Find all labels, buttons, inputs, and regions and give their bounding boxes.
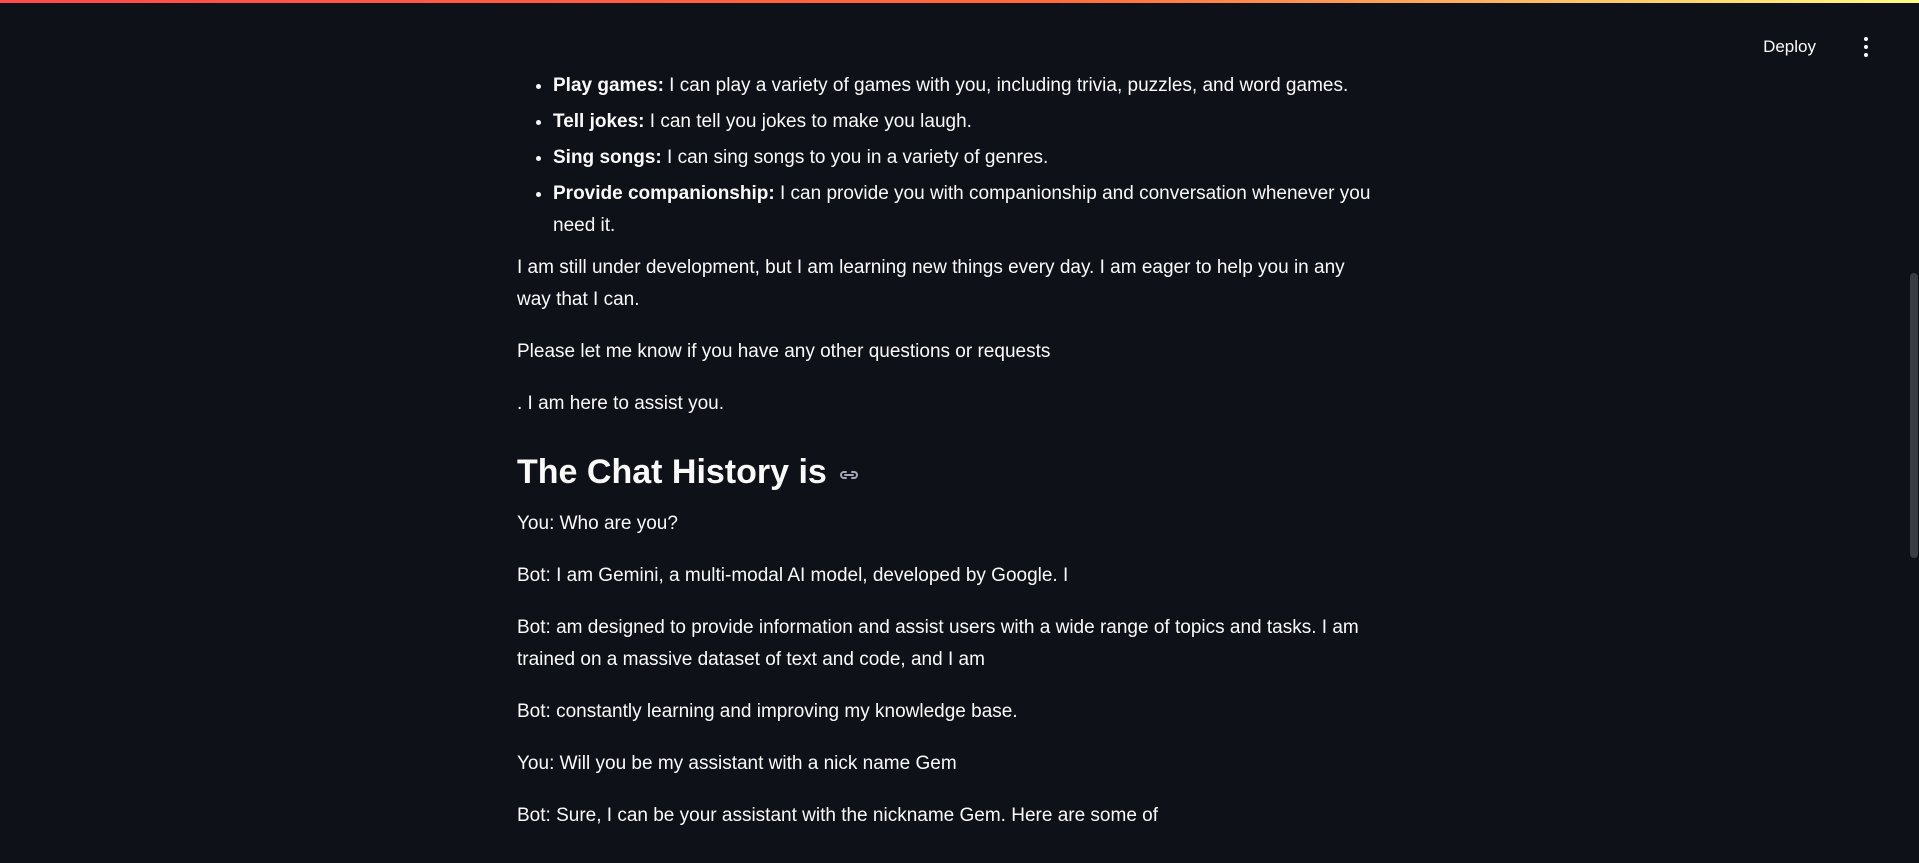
paragraph-assist: . I am here to assist you. bbox=[517, 393, 724, 414]
list-item: Tell jokes: I can tell you jokes to make… bbox=[553, 106, 1377, 138]
list-item-title: Tell jokes: bbox=[553, 111, 645, 132]
chat-message: Bot: I am Gemini, a multi-modal AI model… bbox=[517, 565, 1069, 586]
chat-message: Bot: am designed to provide information … bbox=[517, 617, 1359, 670]
capabilities-list: Play games: I can play a variety of game… bbox=[517, 70, 1377, 242]
list-item: Play games: I can play a variety of game… bbox=[553, 70, 1377, 102]
chat-history-heading: The Chat History is bbox=[517, 450, 1377, 494]
chat-message: You: Who are you? bbox=[517, 513, 678, 534]
list-item-text: I can play a variety of games with you, … bbox=[663, 75, 1349, 96]
list-item: Sing songs: I can sing songs to you in a… bbox=[553, 142, 1377, 174]
list-item-title: Provide companionship: bbox=[553, 183, 775, 204]
link-icon[interactable] bbox=[837, 463, 861, 487]
menu-dot bbox=[1864, 37, 1868, 41]
list-item: Provide companionship: I can provide you… bbox=[553, 178, 1377, 242]
vertical-ellipsis-icon[interactable] bbox=[1851, 32, 1881, 62]
chat-message: Bot: Sure, I can be your assistant with … bbox=[517, 805, 1159, 826]
list-item-title: Sing songs: bbox=[553, 147, 662, 168]
menu-dot bbox=[1864, 45, 1868, 49]
list-item-title: Play games: bbox=[553, 75, 664, 96]
heading-text: The Chat History is bbox=[517, 453, 827, 491]
main-content: Play games: I can play a variety of game… bbox=[517, 70, 1377, 852]
paragraph-development: I am still under development, but I am l… bbox=[517, 257, 1345, 310]
menu-dot bbox=[1864, 53, 1868, 57]
page-scrollbar[interactable] bbox=[1909, 3, 1919, 863]
list-item-text: I can sing songs to you in a variety of … bbox=[661, 147, 1049, 168]
scrollbar-thumb[interactable] bbox=[1910, 273, 1918, 558]
list-item-text: I can tell you jokes to make you laugh. bbox=[644, 111, 972, 132]
chat-message: You: Will you be my assistant with a nic… bbox=[517, 753, 957, 774]
paragraph-requests: Please let me know if you have any other… bbox=[517, 341, 1051, 362]
chat-message: Bot: constantly learning and improving m… bbox=[517, 701, 1018, 722]
deploy-button[interactable]: Deploy bbox=[1751, 30, 1828, 64]
